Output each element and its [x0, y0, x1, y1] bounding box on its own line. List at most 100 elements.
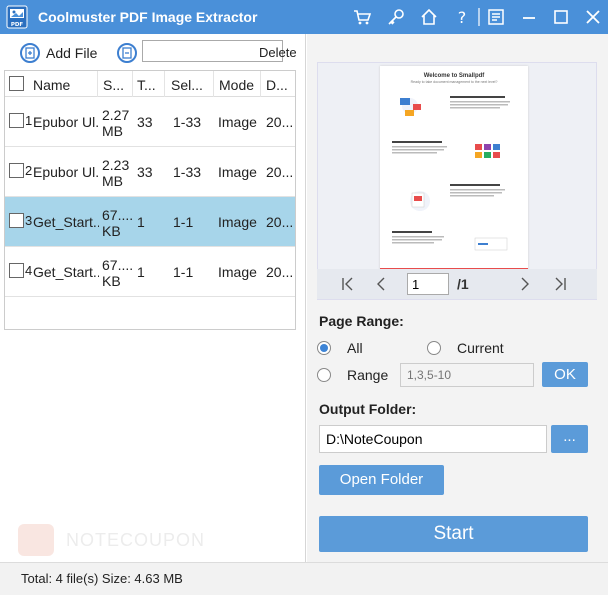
titlebar-divider	[478, 8, 480, 26]
row-checkbox[interactable]	[9, 113, 24, 128]
app-title: Coolmuster PDF Image Extractor	[38, 9, 258, 25]
output-folder-input[interactable]	[319, 425, 547, 453]
all-label: All	[347, 340, 363, 356]
maximize-icon[interactable]	[551, 7, 571, 27]
watermark-text: NOTECOUPON	[66, 530, 206, 550]
file-size: 67.... KB	[102, 257, 134, 289]
open-folder-button[interactable]: Open Folder	[319, 465, 444, 495]
header-size[interactable]: S...	[103, 77, 131, 93]
file-date: 20...	[266, 264, 294, 280]
table-row[interactable]: 4 Get_Start... 67.... KB 1 1-1 Image 20.…	[5, 247, 295, 297]
last-page-icon[interactable]	[552, 275, 568, 293]
preview-page-illustration	[380, 96, 528, 272]
header-name[interactable]: Name	[33, 77, 95, 93]
total-pages: 33	[137, 164, 153, 180]
current-label: Current	[457, 340, 504, 356]
file-name: Get_Start...	[33, 214, 99, 230]
watermark: NOTECOUPON	[18, 520, 218, 560]
delete-icon	[117, 43, 137, 63]
row-checkbox[interactable]	[9, 213, 24, 228]
key-icon[interactable]	[386, 7, 406, 27]
total-pages: 1	[137, 214, 145, 230]
start-button[interactable]: Start	[319, 516, 588, 552]
selected-pages: 1-33	[173, 164, 202, 180]
help-icon[interactable]: ?	[452, 7, 472, 27]
delete-label: Delete	[259, 45, 297, 60]
row-index: 4	[25, 263, 33, 278]
first-page-icon[interactable]	[340, 275, 356, 293]
settings-panel: Welcome to Smallpdf Ready to take docume…	[307, 34, 608, 562]
file-date: 20...	[266, 114, 294, 130]
range-input[interactable]	[400, 363, 534, 387]
watermark-logo-icon	[18, 524, 54, 556]
total-pages-label: /1	[457, 276, 469, 292]
svg-text:?: ?	[458, 8, 467, 27]
ok-button[interactable]: OK	[542, 362, 588, 387]
current-radio[interactable]	[427, 341, 441, 355]
selected-pages: 1-33	[173, 114, 202, 130]
cart-icon[interactable]	[352, 7, 372, 27]
table-row[interactable]: 2 Epubor Ul... 2.23 MB 33 1-33 Image 20.…	[5, 147, 295, 197]
extract-mode: Image	[218, 214, 257, 230]
current-page-input[interactable]	[407, 273, 449, 295]
header-mode[interactable]: Mode	[219, 77, 259, 93]
header-total[interactable]: T...	[137, 77, 161, 93]
next-page-icon[interactable]	[517, 275, 533, 293]
row-checkbox[interactable]	[9, 263, 24, 278]
range-radio[interactable]	[317, 368, 331, 382]
extract-mode: Image	[218, 164, 257, 180]
delete-button[interactable]	[117, 42, 137, 64]
file-list-panel: Add File Delete Name S... T... Sel... Mo…	[0, 34, 306, 562]
file-date: 20...	[266, 164, 294, 180]
header-date[interactable]: D...	[266, 77, 294, 93]
preview-page: Welcome to Smallpdf Ready to take docume…	[380, 66, 528, 272]
output-folder-label: Output Folder:	[319, 401, 417, 417]
minimize-icon[interactable]	[519, 7, 539, 27]
range-label: Range	[347, 367, 389, 383]
file-table: Name S... T... Sel... Mode D... 1 Epubor…	[4, 70, 296, 330]
file-name: Epubor Ul...	[33, 114, 99, 130]
app-logo-icon: PDF	[6, 5, 28, 29]
title-bar: PDF Coolmuster PDF Image Extractor ?	[0, 0, 608, 34]
status-bar: Total: 4 file(s) Size: 4.63 MB	[0, 562, 608, 595]
column-divider	[213, 71, 214, 97]
total-pages: 33	[137, 114, 153, 130]
header-selected[interactable]: Sel...	[171, 77, 211, 93]
add-file-label: Add File	[46, 45, 98, 61]
row-checkbox[interactable]	[9, 163, 24, 178]
add-file-icon	[20, 43, 40, 63]
column-divider	[97, 71, 98, 97]
feedback-icon[interactable]	[486, 7, 506, 27]
file-name: Get_Start...	[33, 264, 99, 280]
app-logo-text: PDF	[11, 22, 24, 28]
table-header: Name S... T... Sel... Mode D...	[5, 71, 295, 97]
file-size: 2.23 MB	[102, 157, 130, 189]
file-size: 2.27 MB	[102, 107, 130, 139]
table-row[interactable]: 3 Get_Start... 67.... KB 1 1-1 Image 20.…	[5, 197, 295, 247]
previous-page-icon[interactable]	[373, 275, 389, 293]
row-index: 3	[25, 213, 33, 228]
all-radio[interactable]	[317, 341, 331, 355]
page-navigation: /1	[317, 269, 597, 299]
table-row[interactable]: 1 Epubor Ul... 2.27 MB 33 1-33 Image 20.…	[5, 97, 295, 147]
column-divider	[260, 71, 261, 97]
pdf-preview: Welcome to Smallpdf Ready to take docume…	[317, 62, 597, 300]
browse-button[interactable]: ...	[551, 425, 588, 453]
selected-pages: 1-1	[173, 214, 194, 230]
column-divider	[164, 71, 165, 97]
row-index: 1	[25, 113, 33, 128]
selected-pages: 1-1	[173, 264, 194, 280]
select-all-checkbox[interactable]	[9, 76, 24, 91]
column-divider	[132, 71, 133, 97]
add-file-button[interactable]: Add File	[20, 42, 97, 64]
file-date: 20...	[266, 214, 294, 230]
file-name: Epubor Ul...	[33, 164, 99, 180]
close-icon[interactable]	[583, 7, 603, 27]
extract-mode: Image	[218, 114, 257, 130]
status-text: Total: 4 file(s) Size: 4.63 MB	[21, 571, 183, 586]
page-range-label: Page Range:	[319, 313, 404, 329]
home-icon[interactable]	[419, 7, 439, 27]
file-size: 67.... KB	[102, 207, 134, 239]
extract-mode: Image	[218, 264, 257, 280]
row-index: 2	[25, 163, 33, 178]
